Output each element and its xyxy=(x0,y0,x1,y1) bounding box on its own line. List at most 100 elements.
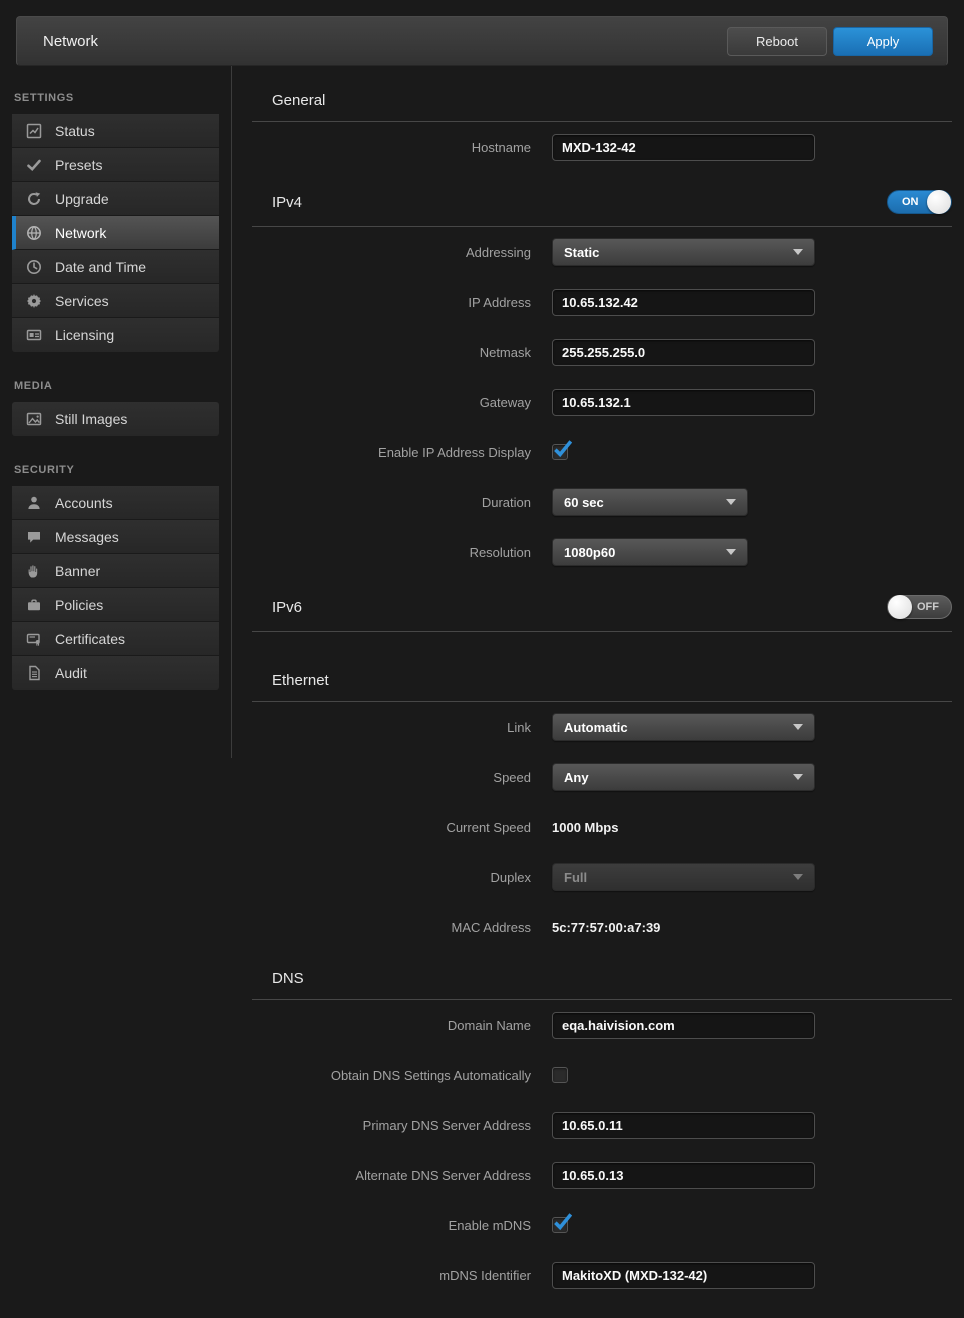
chevron-down-icon xyxy=(793,874,803,880)
addressing-select[interactable]: Static xyxy=(552,238,815,266)
chevron-down-icon xyxy=(726,549,736,555)
main-content: General Hostname IPv4 ON Addressing Stat… xyxy=(232,66,964,1318)
sidebar-item-label: Banner xyxy=(55,563,100,579)
sidebar-item-messages[interactable]: Messages xyxy=(12,520,219,554)
document-icon xyxy=(25,665,42,682)
sidebar-item-label: Date and Time xyxy=(55,259,146,275)
field-label: Current Speed xyxy=(252,820,552,835)
field-label: mDNS Identifier xyxy=(252,1268,552,1283)
sidebar-item-services[interactable]: Services xyxy=(12,284,219,318)
field-label: Resolution xyxy=(252,545,552,560)
sidebar-item-still-images[interactable]: Still Images xyxy=(12,402,219,436)
enable-ip-display-row: Enable IP Address Display xyxy=(252,427,952,477)
field-label: Netmask xyxy=(252,345,552,360)
sidebar-item-audit[interactable]: Audit xyxy=(12,656,219,690)
selected-option: Static xyxy=(564,245,599,260)
speed-select[interactable]: Any xyxy=(552,763,815,791)
sidebar-item-policies[interactable]: Policies xyxy=(12,588,219,622)
sidebar-item-network[interactable]: Network xyxy=(12,216,219,250)
addressing-row: Addressing Static xyxy=(252,227,952,277)
ipv6-toggle[interactable]: OFF xyxy=(887,595,952,619)
gateway-input[interactable] xyxy=(552,389,815,416)
mdns-identifier-input[interactable] xyxy=(552,1262,815,1289)
refresh-icon xyxy=(25,190,42,207)
section-heading-general: General xyxy=(252,74,952,122)
sidebar-item-banner[interactable]: Banner xyxy=(12,554,219,588)
alternate-dns-row: Alternate DNS Server Address xyxy=(252,1150,952,1200)
alternate-dns-input[interactable] xyxy=(552,1162,815,1189)
resolution-select[interactable]: 1080p60 xyxy=(552,538,748,566)
sidebar-item-certificates[interactable]: Certificates xyxy=(12,622,219,656)
domain-name-input[interactable] xyxy=(552,1012,815,1039)
field-label: Alternate DNS Server Address xyxy=(252,1168,552,1183)
resolution-row: Resolution 1080p60 xyxy=(252,527,952,577)
sidebar-section-title: MEDIA xyxy=(12,376,219,402)
mac-address-value: 5c:77:57:00:a7:39 xyxy=(552,920,660,935)
ipv4-toggle[interactable]: ON xyxy=(887,190,952,214)
sidebar-item-presets[interactable]: Presets xyxy=(12,148,219,182)
chevron-down-icon xyxy=(793,774,803,780)
obtain-dns-auto-checkbox[interactable] xyxy=(552,1067,568,1083)
check-icon xyxy=(553,439,572,458)
field-label: Enable mDNS xyxy=(252,1218,552,1233)
section-general: General Hostname xyxy=(252,74,952,172)
section-heading-ethernet: Ethernet xyxy=(252,654,952,702)
field-label: Primary DNS Server Address xyxy=(252,1118,552,1133)
field-label: MAC Address xyxy=(252,920,552,935)
enable-mdns-checkbox[interactable] xyxy=(552,1217,568,1233)
field-label: Duration xyxy=(252,495,552,510)
page-header: Network Reboot Apply xyxy=(16,16,948,66)
speed-row: Speed Any xyxy=(252,752,952,802)
section-heading-ipv6: IPv6 OFF xyxy=(252,577,952,632)
sidebar-item-status[interactable]: Status xyxy=(12,114,219,148)
enable-ip-display-checkbox[interactable] xyxy=(552,444,568,460)
sidebar-item-label: Accounts xyxy=(55,495,113,511)
mac-address-row: MAC Address 5c:77:57:00:a7:39 xyxy=(252,902,952,952)
toggle-state-label: ON xyxy=(902,196,919,208)
duplex-select: Full xyxy=(552,863,815,891)
toggle-knob xyxy=(888,595,912,619)
field-label: Enable IP Address Display xyxy=(252,445,552,460)
header-actions: Reboot Apply xyxy=(727,27,933,56)
section-heading-dns: DNS xyxy=(252,952,952,1000)
netmask-row: Netmask xyxy=(252,327,952,377)
sidebar-item-label: Messages xyxy=(55,529,119,545)
netmask-input[interactable] xyxy=(552,339,815,366)
primary-dns-input[interactable] xyxy=(552,1112,815,1139)
obtain-dns-auto-row: Obtain DNS Settings Automatically xyxy=(252,1050,952,1100)
ip-address-row: IP Address xyxy=(252,277,952,327)
mdns-identifier-row: mDNS Identifier xyxy=(252,1250,952,1300)
section-title: Ethernet xyxy=(252,672,329,689)
duration-select[interactable]: 60 sec xyxy=(552,488,748,516)
link-select[interactable]: Automatic xyxy=(552,713,815,741)
sidebar-item-licensing[interactable]: Licensing xyxy=(12,318,219,352)
globe-icon xyxy=(25,224,42,241)
section-dns: DNS Domain Name Obtain DNS Settings Auto… xyxy=(252,952,952,1300)
field-label: Domain Name xyxy=(252,1018,552,1033)
current-speed-row: Current Speed 1000 Mbps xyxy=(252,802,952,852)
sidebar-item-upgrade[interactable]: Upgrade xyxy=(12,182,219,216)
sidebar-item-label: Still Images xyxy=(55,411,127,427)
reboot-button[interactable]: Reboot xyxy=(727,27,827,56)
selected-option: 60 sec xyxy=(564,495,604,510)
field-label: Addressing xyxy=(252,245,552,260)
sidebar-item-label: Licensing xyxy=(55,327,114,343)
selected-option: Any xyxy=(564,770,589,785)
sidebar-item-date-and-time[interactable]: Date and Time xyxy=(12,250,219,284)
selected-option: Full xyxy=(564,870,587,885)
toggle-knob xyxy=(927,190,951,214)
sidebar-item-label: Policies xyxy=(55,597,103,613)
sidebar-item-accounts[interactable]: Accounts xyxy=(12,486,219,520)
hostname-row: Hostname xyxy=(252,122,952,172)
section-ipv6: IPv6 OFF xyxy=(252,577,952,632)
apply-button[interactable]: Apply xyxy=(833,27,933,56)
sidebar-item-label: Presets xyxy=(55,157,102,173)
primary-dns-row: Primary DNS Server Address xyxy=(252,1100,952,1150)
sidebar-item-label: Upgrade xyxy=(55,191,109,207)
sidebar-item-label: Services xyxy=(55,293,109,309)
field-label: Link xyxy=(252,720,552,735)
speech-bubble-icon xyxy=(25,528,42,545)
briefcase-icon xyxy=(25,596,42,613)
hostname-input[interactable] xyxy=(552,134,815,161)
ip-address-input[interactable] xyxy=(552,289,815,316)
